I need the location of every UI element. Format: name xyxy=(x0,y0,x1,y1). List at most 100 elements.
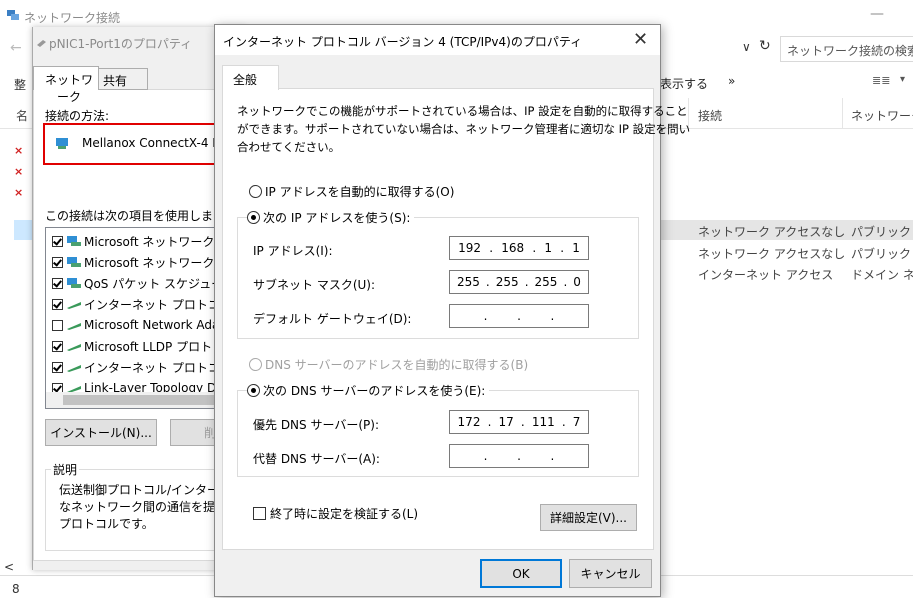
protocol-icon xyxy=(67,302,81,309)
validate-label: 終了時に設定を検証する(L) xyxy=(270,507,419,521)
row-status: ネットワーク アクセスなし xyxy=(698,247,846,261)
item-checkbox[interactable] xyxy=(52,256,63,268)
view-status-button[interactable]: 表示する xyxy=(660,75,708,92)
item-checkbox[interactable] xyxy=(52,340,63,352)
validate-on-exit-checkbox[interactable]: 終了時に設定を検証する(L) xyxy=(253,505,418,522)
octet-separator: . xyxy=(524,275,529,289)
item-checkbox[interactable] xyxy=(52,298,63,310)
more-commands-button[interactable]: » xyxy=(728,74,735,88)
row-category: パブリック ネッ xyxy=(851,225,913,239)
list-item[interactable]: Microsoft LLDP プロトコル xyxy=(52,336,236,356)
radio-button[interactable] xyxy=(249,185,262,198)
advanced-button[interactable]: 詳細設定(V)... xyxy=(540,504,637,531)
list-item-label: Microsoft Network Adapt xyxy=(84,318,232,332)
row-status: インターネット アクセス xyxy=(698,268,834,282)
scroll-left-icon[interactable]: < xyxy=(4,560,14,574)
description-line: プロトコルです。 xyxy=(59,517,154,531)
dialog-title: インターネット プロトコル バージョン 4 (TCP/IPv4)のプロパティ xyxy=(223,35,583,49)
preferred-dns-field[interactable]: 172. 17. 111. 7 xyxy=(449,410,589,434)
scrollbar-thumb[interactable] xyxy=(63,395,233,405)
octet-separator: . xyxy=(561,415,566,429)
list-item[interactable]: QoS パケット スケジューラ xyxy=(52,273,235,293)
list-item-label: QoS パケット スケジューラ xyxy=(84,276,236,291)
explorer-title: ネットワーク接続 xyxy=(24,11,121,25)
tab-network[interactable]: ネットワーク xyxy=(33,66,99,104)
octet-separator: . xyxy=(563,275,568,289)
row-category: ドメイン ネット xyxy=(851,268,913,282)
item-checkbox[interactable] xyxy=(52,319,63,331)
view-options-icon[interactable]: ≣≣ xyxy=(872,74,890,87)
connect-using-label: 接続の方法: xyxy=(45,109,110,123)
octet: 168 xyxy=(501,241,525,255)
view-options-chevron-icon[interactable]: ▾ xyxy=(900,74,905,85)
tab-network-label: ネットワーク xyxy=(44,73,93,104)
item-checkbox[interactable] xyxy=(52,277,63,289)
ipv4-properties-dialog: インターネット プロトコル バージョン 4 (TCP/IPv4)のプロパティ ✕… xyxy=(214,24,690,597)
octet: 1 xyxy=(572,241,580,255)
address-bar-right: ∨ ↻ ネットワーク接続の検索 xyxy=(670,36,913,62)
octet-separator: . xyxy=(517,449,521,463)
column-network-category[interactable]: ネットワークの xyxy=(851,107,913,124)
error-x-icon: × xyxy=(14,186,24,199)
adapter-name: Mellanox ConnectX-4 Lx xyxy=(82,136,227,150)
item-checkbox[interactable] xyxy=(52,235,63,247)
refresh-icon[interactable]: ↻ xyxy=(759,38,771,54)
cancel-button[interactable]: キャンセル xyxy=(569,559,652,588)
auto-ip-radio[interactable]: IP アドレスを自動的に取得する(O) xyxy=(249,183,454,200)
octet-separator: . xyxy=(532,241,537,255)
items-label: この接続は次の項目を使用します(C xyxy=(45,209,239,223)
list-item[interactable]: Microsoft Network Adapt xyxy=(52,315,232,335)
status-bar-count: 8 xyxy=(12,582,20,596)
row-status: ネットワーク アクセスなし xyxy=(698,225,846,239)
intro-text: ネットワークでこの機能がサポートされている場合は、IP 設定を自動的に取得するこ… xyxy=(237,104,688,118)
default-gateway-field[interactable]: ... xyxy=(449,304,589,328)
minimize-button[interactable]: — xyxy=(870,6,884,22)
octet: 7 xyxy=(572,415,581,429)
row-category: パブリック ネッ xyxy=(851,247,913,261)
chevron-down-icon[interactable]: ∨ xyxy=(742,40,751,54)
item-checkbox[interactable] xyxy=(52,361,63,373)
network-adapter-icon xyxy=(56,138,68,149)
octet: 172 xyxy=(457,415,481,429)
tab-general-label: 全般 xyxy=(233,73,258,87)
tab-sharing[interactable]: 共有 xyxy=(96,68,148,90)
intro-text: 合わせてください。 xyxy=(237,140,341,154)
octet: 255 xyxy=(457,275,480,289)
radio-button[interactable] xyxy=(249,358,262,371)
column-divider xyxy=(842,98,843,128)
manual-dns-radio[interactable]: 次の DNS サーバーのアドレスを使う(E): xyxy=(247,382,490,399)
ip-address-field[interactable]: 192. 168. 1. 1 xyxy=(449,236,589,260)
auto-dns-label: DNS サーバーのアドレスを自動的に取得する(B) xyxy=(265,358,529,372)
radio-button[interactable] xyxy=(247,384,260,397)
tab-general[interactable]: 全般 xyxy=(222,65,279,90)
octet: 255 xyxy=(534,275,558,289)
install-button[interactable]: インストール(N)... xyxy=(45,419,157,446)
dialog-titlebar: インターネット プロトコル バージョン 4 (TCP/IPv4)のプロパティ ✕ xyxy=(215,25,660,55)
column-connection[interactable]: 接続 xyxy=(698,107,722,124)
general-tab-body: ネットワークでこの機能がサポートされている場合は、IP 設定を自動的に取得するこ… xyxy=(222,88,690,550)
auto-ip-label: IP アドレスを自動的に取得する(O) xyxy=(265,185,455,199)
alternate-dns-field[interactable]: ... xyxy=(449,444,589,468)
column-name-fragment[interactable]: 名 xyxy=(16,107,28,124)
search-input[interactable]: ネットワーク接続の検索 xyxy=(787,42,913,59)
description-label: 説明 xyxy=(51,461,80,478)
protocol-icon xyxy=(67,365,81,372)
ok-button[interactable]: OK xyxy=(480,559,562,588)
network-client-icon xyxy=(67,278,81,288)
back-arrow-icon[interactable]: ← xyxy=(10,40,22,56)
auto-dns-radio[interactable]: DNS サーバーのアドレスを自動的に取得する(B) xyxy=(249,356,528,373)
description-line: なネットワーク間の通信を提供す xyxy=(59,500,240,514)
subnet-mask-field[interactable]: 255. 255. 255. 0 xyxy=(449,270,589,294)
close-icon[interactable]: ✕ xyxy=(633,29,648,50)
octet-separator: . xyxy=(550,309,555,323)
radio-button[interactable] xyxy=(247,211,260,224)
manual-dns-label: 次の DNS サーバーのアドレスを使う(E): xyxy=(263,384,486,398)
subnet-mask-label: サブネット マスク(U): xyxy=(253,278,376,292)
octet-separator: . xyxy=(483,449,488,463)
organize-fragment[interactable]: 整 xyxy=(14,76,26,93)
checkbox[interactable] xyxy=(253,507,266,520)
octet: 0 xyxy=(573,275,581,289)
octet: 255 xyxy=(495,275,519,289)
manual-ip-radio[interactable]: 次の IP アドレスを使う(S): xyxy=(247,209,415,226)
octet-separator: . xyxy=(485,275,490,289)
